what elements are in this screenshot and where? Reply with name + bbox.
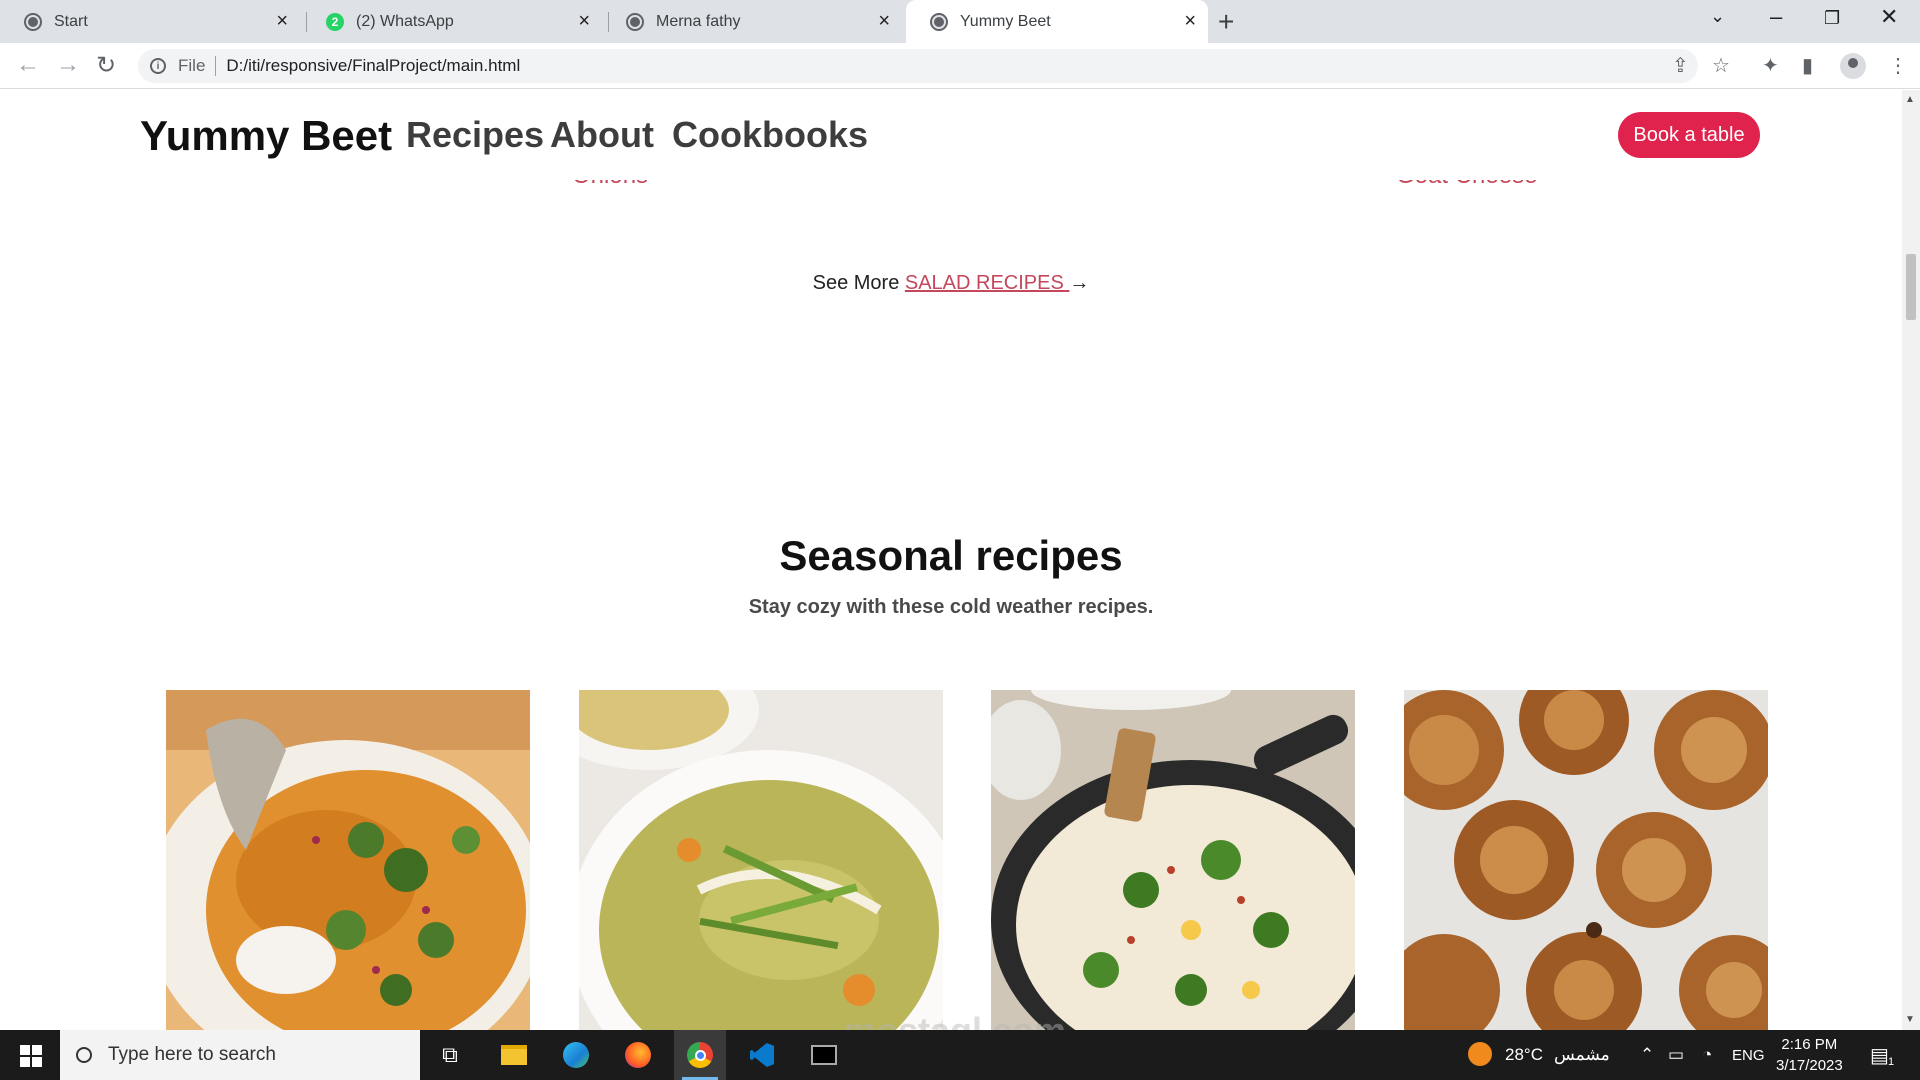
tab-whatsapp[interactable]: 2 (2) WhatsApp ×	[302, 0, 602, 43]
nav-cookbooks[interactable]: Cookbooks	[672, 114, 868, 156]
tray-chevron-icon[interactable]: ⌃	[1640, 1045, 1654, 1065]
scroll-thumb[interactable]	[1906, 254, 1916, 320]
close-icon[interactable]: ×	[1184, 11, 1196, 31]
scroll-up-icon[interactable]: ▲	[1905, 94, 1915, 105]
weather-temp[interactable]: 28°C	[1505, 1045, 1543, 1065]
address-url[interactable]: D:/iti/responsive/FinalProject/main.html	[226, 56, 520, 76]
info-icon[interactable]: i	[150, 58, 166, 74]
tab-search-icon[interactable]: ⌄	[1710, 6, 1725, 27]
nav-recipes[interactable]: Recipes	[406, 114, 544, 156]
edge-icon[interactable]	[550, 1030, 602, 1080]
windows-taskbar: Type here to search ⧉ 28°C مشمس ⌃ ▭ ◔ EN…	[0, 1030, 1920, 1080]
close-icon[interactable]: ×	[276, 11, 288, 31]
arrow-right-icon: →	[1069, 272, 1090, 294]
recipe-card-curry[interactable]	[166, 690, 530, 1030]
bookmark-star-icon[interactable]: ☆	[1712, 53, 1730, 78]
browser-tab-strip: Start × 2 (2) WhatsApp × Merna fathy × Y…	[0, 0, 1920, 43]
window-close-icon[interactable]: ✕	[1880, 4, 1898, 30]
share-icon[interactable]: ⇪	[1672, 53, 1689, 78]
weather-sun-icon	[1468, 1042, 1492, 1066]
curry-dish-photo	[166, 690, 530, 1030]
clock-date: 3/17/2023	[1776, 1057, 1843, 1074]
battery-icon[interactable]: ▭	[1668, 1045, 1684, 1065]
nav-about[interactable]: About	[550, 114, 654, 156]
menu-icon[interactable]: ⋮	[1888, 53, 1908, 78]
taskbar-clock[interactable]: 2:16 PM 3/17/2023	[1776, 1034, 1843, 1076]
tab-merna-fathy[interactable]: Merna fathy ×	[602, 0, 902, 43]
salad-recipes-link[interactable]: SALAD RECIPES	[905, 272, 1070, 294]
file-explorer-icon[interactable]	[488, 1030, 540, 1080]
clock-time: 2:16 PM	[1781, 1036, 1838, 1053]
tab-title: Yummy Beet	[960, 12, 1051, 30]
globe-icon	[24, 12, 42, 31]
see-more-prefix: See More	[812, 272, 905, 294]
extensions-icon[interactable]: ✦	[1762, 53, 1779, 78]
side-panel-icon[interactable]: ▮	[1802, 53, 1813, 78]
wifi-icon[interactable]: ◔	[1702, 1045, 1712, 1065]
tab-title: (2) WhatsApp	[356, 12, 454, 30]
see-more-line: See More SALAD RECIPES →	[0, 272, 1902, 295]
new-tab-button[interactable]: +	[1218, 6, 1234, 38]
taskbar-search[interactable]: Type here to search	[60, 1030, 420, 1080]
tab-title: Start	[54, 12, 88, 30]
profile-avatar[interactable]	[1840, 53, 1866, 79]
tab-title: Merna fathy	[656, 12, 741, 30]
reload-icon[interactable]: ↻	[96, 51, 116, 80]
minimize-icon[interactable]: –	[1770, 4, 1782, 30]
soup-bowl-photo	[579, 690, 943, 1030]
restore-icon[interactable]: ❐	[1824, 8, 1840, 29]
language-indicator[interactable]: ENG	[1732, 1047, 1765, 1064]
browser-toolbar: ← → ↻ i File D:/iti/responsive/FinalProj…	[0, 43, 1920, 89]
scroll-down-icon[interactable]: ▼	[1905, 1014, 1915, 1025]
skillet-eggs-photo	[991, 690, 1355, 1030]
book-table-button[interactable]: Book a table	[1618, 112, 1760, 158]
search-icon	[76, 1047, 92, 1063]
address-divider	[215, 56, 217, 76]
recipe-card-skillet[interactable]	[991, 690, 1355, 1030]
forward-icon[interactable]: →	[56, 51, 80, 79]
watermark: mostaql.com	[844, 1010, 1066, 1030]
back-icon[interactable]: ←	[16, 51, 40, 79]
notification-icon[interactable]: ▤	[1870, 1043, 1889, 1068]
tab-start[interactable]: Start ×	[0, 0, 300, 43]
notification-count: 1	[1888, 1056, 1895, 1068]
globe-icon	[626, 12, 644, 31]
recipe-card-buns[interactable]	[1404, 690, 1768, 1030]
close-icon[interactable]: ×	[578, 11, 590, 31]
chrome-icon[interactable]	[674, 1030, 726, 1080]
section-subtitle: Stay cozy with these cold weather recipe…	[748, 596, 1154, 618]
cinnamon-buns-photo	[1404, 690, 1768, 1030]
windows-start-icon[interactable]	[20, 1045, 42, 1067]
taskbar-search-placeholder: Type here to search	[108, 1044, 276, 1065]
close-icon[interactable]: ×	[878, 11, 890, 31]
brand-logo[interactable]: Yummy Beet	[140, 112, 392, 160]
task-view-icon[interactable]: ⧉	[424, 1030, 476, 1080]
scrollbar[interactable]: ▲ ▼	[1902, 90, 1920, 1030]
whatsapp-icon: 2	[326, 12, 344, 31]
page-viewport: Yummy Beet Recipes About Cookbooks Book …	[0, 90, 1920, 1030]
firefox-icon[interactable]	[612, 1030, 664, 1080]
vscode-icon[interactable]	[736, 1030, 788, 1080]
terminal-icon[interactable]	[798, 1030, 850, 1080]
tab-yummy-beet[interactable]: Yummy Beet ×	[906, 0, 1208, 43]
section-title: Seasonal recipes	[779, 532, 1123, 579]
recipe-card-soup[interactable]	[579, 690, 943, 1030]
site-header: Yummy Beet Recipes About Cookbooks Book …	[0, 90, 1902, 180]
address-bar[interactable]: i File D:/iti/responsive/FinalProject/ma…	[138, 49, 1698, 83]
address-scheme: File	[178, 56, 206, 75]
globe-icon	[930, 12, 948, 31]
weather-desc[interactable]: مشمس	[1554, 1045, 1610, 1065]
